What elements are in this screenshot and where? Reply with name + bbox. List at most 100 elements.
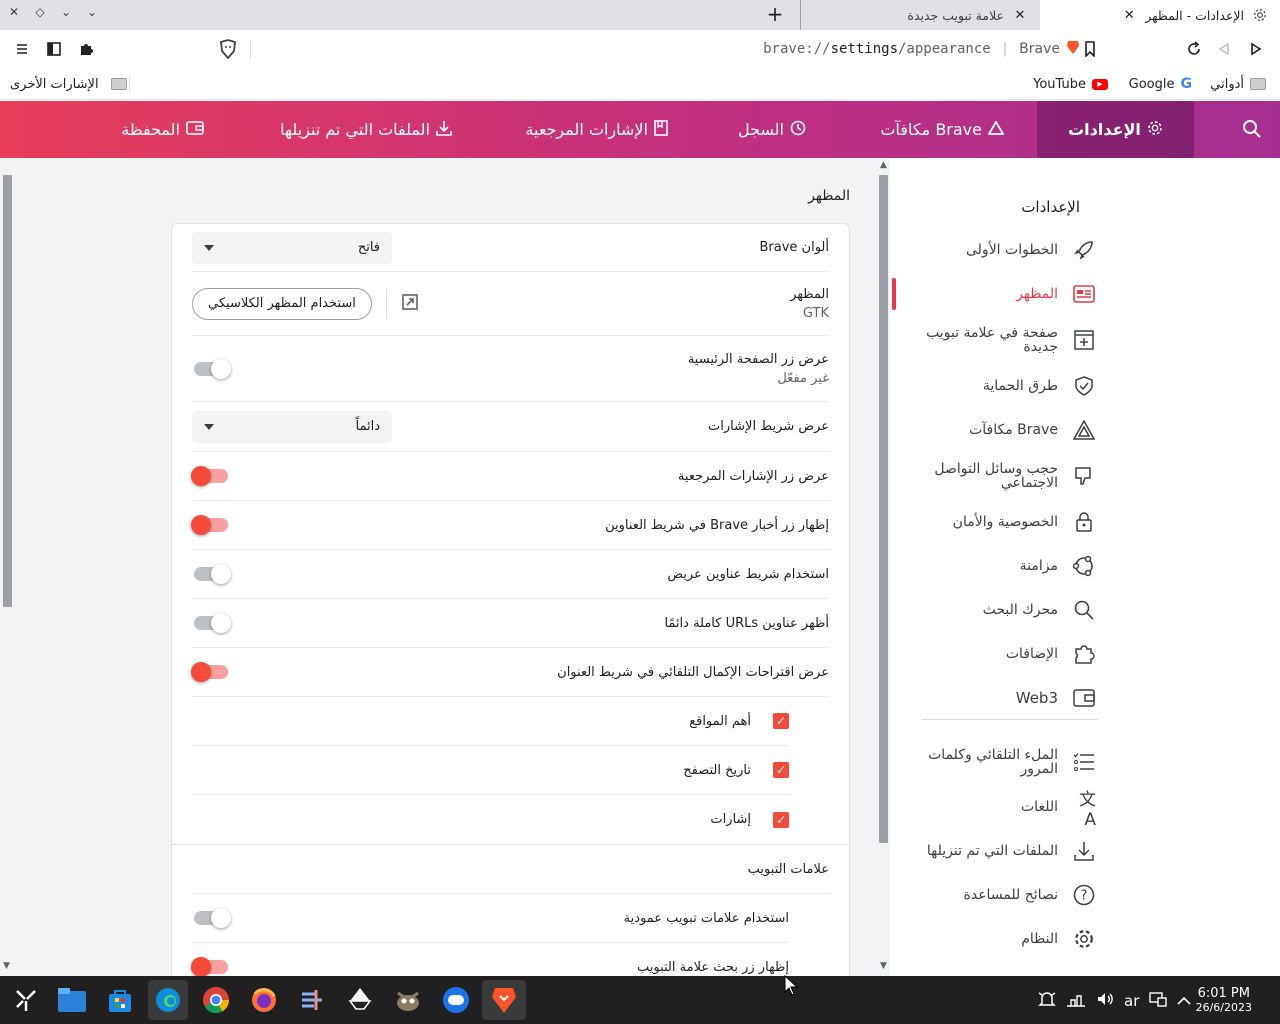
news-button-toggle[interactable] [191, 515, 228, 535]
classic-theme-button[interactable]: استخدام المظهر الكلاسيكي [192, 287, 372, 320]
settings-header: الإعدادات مكافآت Brave السجل الإشارات ال… [0, 101, 1280, 158]
edge-icon[interactable] [148, 980, 188, 1020]
bookmark-page-icon[interactable] [1076, 30, 1104, 68]
keyboard-language[interactable]: ar [1124, 992, 1139, 1010]
sidebar-item-social-blocking[interactable]: حجب وسائل التواصل الاجتماعي [876, 454, 1096, 498]
close-tab-icon[interactable]: ✕ [1012, 8, 1028, 23]
sidebar-item-new-tab-page[interactable]: صفحة في علامة تبويب جديدة [876, 318, 1096, 362]
tab-list-icon[interactable]: ⌄ [84, 5, 100, 19]
nav-rewards[interactable]: مكافآت Brave [880, 101, 1005, 158]
bookmarks-button-toggle[interactable] [191, 466, 228, 486]
scroll-down-arrow[interactable]: ▼ [880, 961, 887, 971]
wide-address-toggle[interactable] [194, 564, 231, 584]
history-row: ✓ تاريخ التصفح [192, 746, 789, 795]
nav-downloads[interactable]: الملفات التي تم تنزيلها [280, 101, 452, 158]
close-window-icon[interactable]: ✕ [6, 5, 22, 19]
sidebar-item-autofill[interactable]: الملء التلقائي وكلمات المرور [876, 740, 1096, 784]
firefox-icon[interactable] [244, 980, 284, 1020]
lock-icon [1072, 510, 1096, 534]
menu-icon[interactable] [8, 30, 36, 68]
sidebar-item-label: Web3 [1015, 689, 1058, 707]
bookmark-youtube[interactable]: YouTube ▶ [1033, 68, 1108, 100]
full-urls-toggle[interactable] [194, 613, 231, 633]
gimp-icon[interactable] [388, 980, 428, 1020]
close-tab-icon[interactable]: ✕ [1121, 8, 1137, 23]
scroll-up-arrow[interactable]: ▲ [880, 160, 887, 170]
sidebar-item-web3[interactable]: Web3 [876, 676, 1096, 720]
sidebar-item-sync[interactable]: مزامنة [876, 544, 1096, 588]
sidebar-title: الإعدادات [1021, 198, 1080, 216]
page-scrollbar-thumb[interactable] [3, 175, 12, 607]
sidebar-item-extensions[interactable]: الإضافات [876, 632, 1096, 676]
tab-settings-appearance[interactable]: ✕ الإعدادات - المظهر [1040, 0, 1280, 30]
messages-icon[interactable] [436, 980, 476, 1020]
dev-tool-icon[interactable] [292, 980, 332, 1020]
news-button-row: إظهار زر أخبار Brave في شريط العناوين [191, 501, 829, 550]
brave-taskbar-icon[interactable] [482, 980, 526, 1020]
scroll-down-arrow[interactable]: ▼ [3, 961, 10, 971]
wallet-icon [1072, 686, 1096, 710]
sidebar-item-rewards[interactable]: مكافآت Brave [876, 408, 1096, 452]
sidebar-item-search-engine[interactable]: محرك البحث [876, 588, 1096, 632]
forward-icon[interactable] [1242, 30, 1270, 68]
nav-history[interactable]: السجل [738, 101, 806, 158]
tab-search-toggle[interactable] [191, 957, 228, 977]
bookmark-google[interactable]: Google G [1129, 68, 1192, 100]
bookmark-tools-folder[interactable]: أدواتي [1210, 68, 1266, 100]
tray-expand-icon[interactable] [1177, 992, 1191, 1010]
network-icon[interactable] [1149, 991, 1168, 1011]
sidebar-item-label: النظام [1021, 931, 1058, 947]
sidebar-item-help-tips[interactable]: نصائح للمساعدة ? [876, 873, 1096, 917]
sidebar-item-label: الملء التلقائي وكلمات المرور [928, 747, 1058, 777]
history-checkbox[interactable]: ✓ [773, 762, 789, 778]
sidebar-item-languages[interactable]: اللغات 文A [876, 785, 1096, 830]
bookmarks-bar-select[interactable]: دائماً [192, 410, 392, 443]
minimize-window-icon[interactable]: ⌄ [58, 5, 74, 19]
restore-window-icon[interactable]: ◇ [32, 5, 48, 19]
weather-icon [1066, 990, 1086, 1012]
sidebar-item-system[interactable]: النظام [876, 917, 1096, 961]
tab-new-tab[interactable]: علامة تبويب جديدة ✕ [800, 0, 1040, 30]
system-tray: ar [1038, 990, 1191, 1012]
sidebar-item-shields[interactable]: طرق الحماية [876, 364, 1096, 408]
reload-icon[interactable] [1180, 30, 1208, 68]
taskbar-clock[interactable]: 6:01 PM 26/6/2023 [1196, 987, 1252, 1014]
bookmarks-checkbox[interactable]: ✓ [773, 811, 789, 828]
sidebar-item-label: حجب وسائل التواصل الاجتماعي [934, 461, 1058, 491]
inkscape-icon[interactable] [340, 980, 380, 1020]
back-icon[interactable] [1210, 30, 1238, 68]
sidebar-toggle-icon[interactable] [40, 30, 68, 68]
bookmark-other-folder[interactable]: الإشارات الأخرى [10, 68, 127, 100]
new-tab-button[interactable]: + [764, 4, 786, 26]
nav-settings[interactable]: الإعدادات [1037, 101, 1194, 158]
sidebar-item-appearance[interactable]: المظهر [876, 272, 1096, 316]
row-label: استخدام علامات تبويب عمودية [623, 910, 789, 926]
sidebar-item-get-started[interactable]: الخطوات الأولى [876, 228, 1096, 272]
open-external-icon[interactable] [401, 293, 419, 315]
sidebar-item-downloads[interactable]: الملفات التي تم تنزيلها [876, 829, 1096, 873]
notification-icon[interactable] [1038, 990, 1056, 1012]
row-label: المظهر [790, 286, 829, 302]
nav-wallet[interactable]: المحفظة [121, 101, 204, 158]
store-icon[interactable] [100, 980, 140, 1020]
nav-bookmarks[interactable]: الإشارات المرجعية [525, 101, 668, 158]
top-sites-checkbox[interactable]: ✓ [773, 713, 789, 729]
volume-icon[interactable] [1096, 990, 1114, 1012]
extensions-icon[interactable] [72, 30, 100, 68]
url-scheme: brave:// [763, 41, 831, 57]
folder-icon [1250, 78, 1266, 90]
brave-shields-icon[interactable] [214, 30, 242, 68]
start-menu-icon[interactable] [6, 980, 46, 1020]
vertical-tabs-toggle[interactable] [194, 908, 231, 928]
chrome-icon[interactable] [196, 980, 236, 1020]
rewards-icon [1072, 418, 1096, 442]
home-button-toggle[interactable] [194, 358, 231, 379]
autocomplete-toggle[interactable] [191, 662, 228, 682]
address-bar[interactable]: brave://settings/appearance | Brave [763, 30, 1080, 68]
brave-colors-select[interactable]: فاتح [192, 231, 392, 264]
nav-label: الإشارات المرجعية [525, 120, 648, 139]
sidebar-item-privacy[interactable]: الخصوصية والأمان [876, 500, 1096, 544]
file-manager-icon[interactable] [52, 980, 92, 1020]
row-label: إشارات [710, 812, 751, 827]
search-icon[interactable] [1242, 119, 1262, 143]
